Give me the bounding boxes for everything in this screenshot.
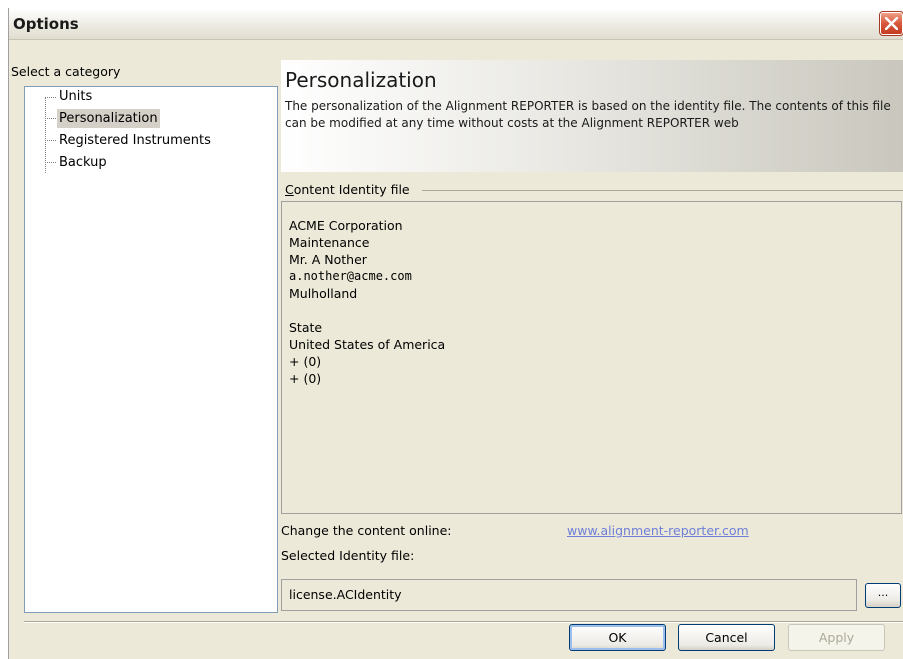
apply-button[interactable]: Apply xyxy=(788,624,885,651)
identity-state: State xyxy=(289,320,323,335)
identity-fax: + (0) xyxy=(289,371,322,386)
website-link[interactable]: www.alignment-reporter.com xyxy=(567,523,749,538)
identity-department: Maintenance xyxy=(289,235,370,250)
category-label: Select a category xyxy=(11,64,121,79)
tree-connector xyxy=(45,162,56,163)
close-button[interactable] xyxy=(879,11,903,36)
identity-country: United States of America xyxy=(289,337,446,352)
identity-email: a.nother@acme.com xyxy=(289,269,412,283)
identity-content-box: ACME Corporation Maintenance Mr. A Nothe… xyxy=(281,201,902,514)
button-separator xyxy=(24,621,903,623)
tree-item-units[interactable]: Units xyxy=(57,87,94,106)
category-tree[interactable]: Units Personalization Registered Instrum… xyxy=(24,86,278,613)
section-header: Personalization The personalization of t… xyxy=(281,60,903,172)
change-online-label: Change the content online: xyxy=(281,523,452,538)
tree-item-personalization[interactable]: Personalization xyxy=(57,109,160,128)
identity-blank-line xyxy=(289,302,445,319)
close-icon xyxy=(885,17,898,30)
title-bar: Options xyxy=(9,8,903,40)
options-dialog: Options Select a category Units Personal… xyxy=(8,8,903,659)
group-separator xyxy=(422,190,903,191)
identity-file-field[interactable]: license.ACIdentity xyxy=(281,579,857,611)
content-identity-group-label: Content Identity file xyxy=(285,182,410,197)
cancel-button[interactable]: Cancel xyxy=(678,624,775,651)
section-description: The personalization of the Alignment REP… xyxy=(285,99,891,130)
identity-city: Mulholland xyxy=(289,286,358,301)
selected-file-label: Selected Identity file: xyxy=(281,548,415,563)
identity-phone: + (0) xyxy=(289,354,322,369)
section-title: Personalization xyxy=(285,68,437,92)
tree-item-backup[interactable]: Backup xyxy=(57,153,109,172)
identity-company: ACME Corporation xyxy=(289,218,403,233)
browse-button[interactable]: ... xyxy=(865,583,901,608)
ok-button[interactable]: OK xyxy=(569,624,666,651)
tree-connector xyxy=(45,118,56,119)
identity-contact: Mr. A Nother xyxy=(289,252,367,267)
tree-connector xyxy=(45,140,56,141)
tree-item-registered-instruments[interactable]: Registered Instruments xyxy=(57,131,213,150)
tree-connector xyxy=(45,97,56,98)
dialog-title: Options xyxy=(13,15,79,33)
